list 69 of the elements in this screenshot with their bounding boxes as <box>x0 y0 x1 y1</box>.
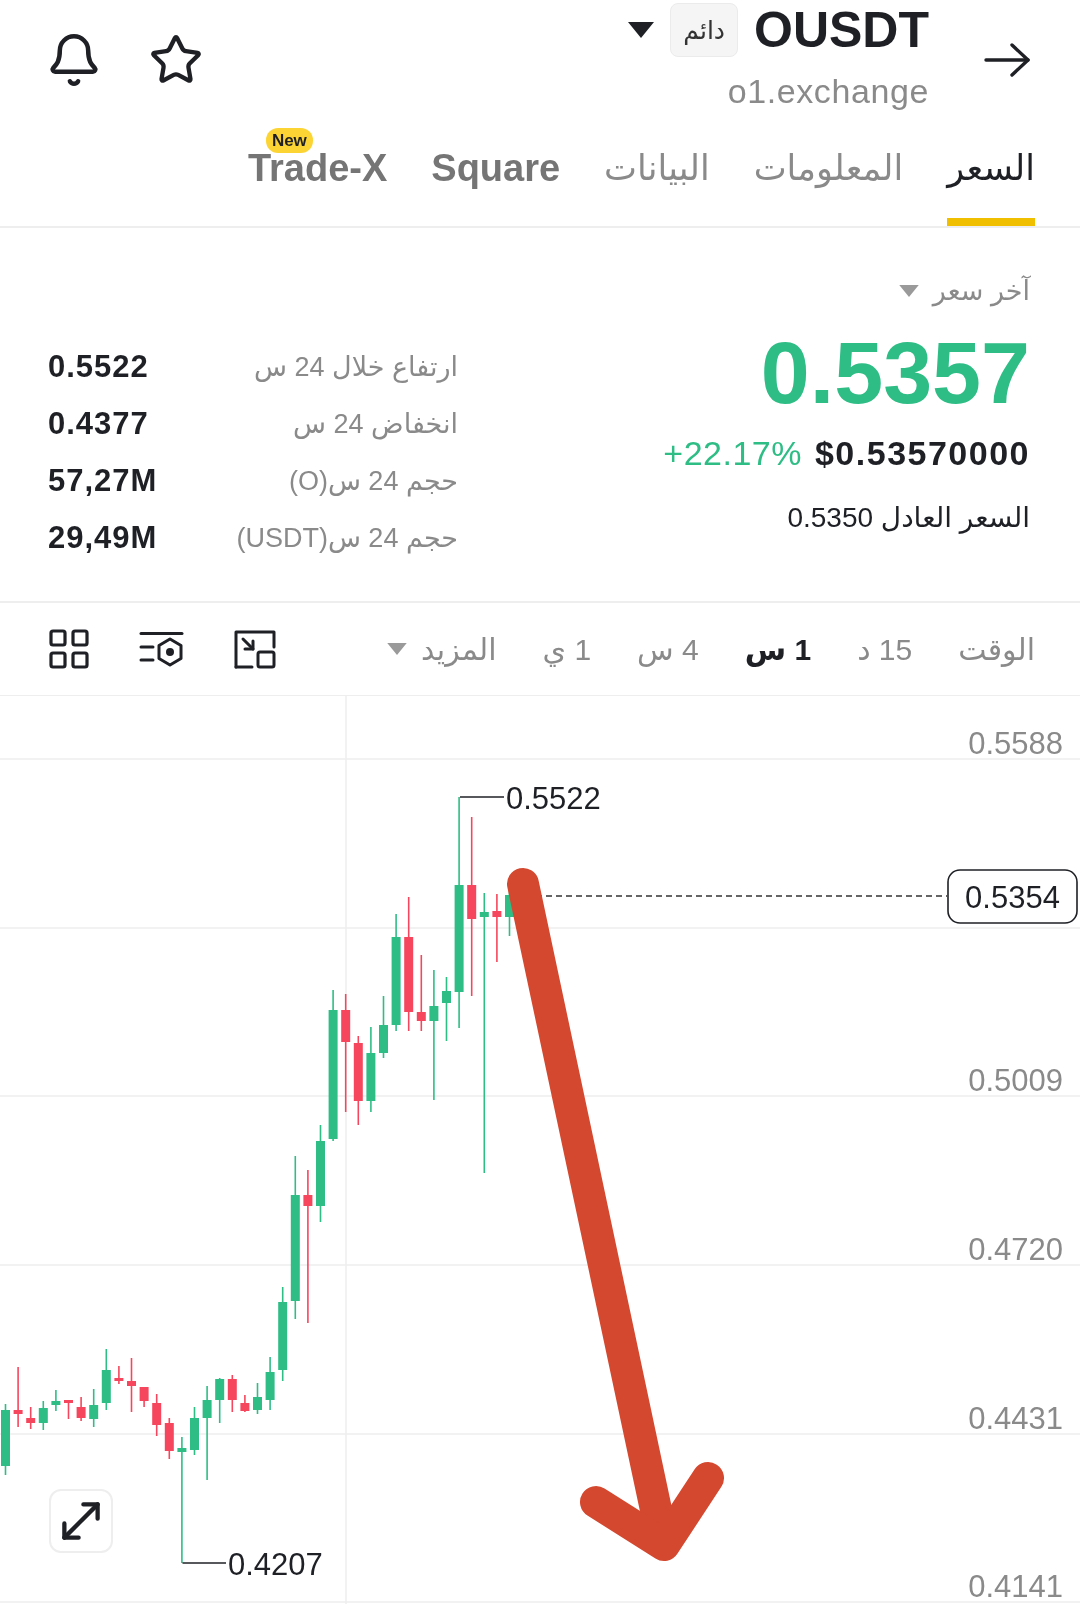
rising-candle <box>51 1389 61 1412</box>
usd-price: $0.53570000 <box>814 433 1030 473</box>
axis-label: 0.4141 <box>968 1569 1063 1604</box>
axis-label: 0.4720 <box>968 1232 1063 1267</box>
more-dropdown[interactable]: المزيد <box>387 631 497 667</box>
rising-candle <box>215 1377 225 1424</box>
grid-icon[interactable] <box>49 629 89 669</box>
axis-label: 0.4431 <box>968 1401 1063 1436</box>
falling-candle <box>492 893 502 963</box>
price-change: +22.17% <box>663 433 802 473</box>
time-label: الوقت <box>958 631 1035 667</box>
rising-candle <box>265 1356 275 1411</box>
caret-icon <box>387 643 408 655</box>
expand-button[interactable] <box>49 1489 113 1553</box>
stat-value: 29,49M <box>48 519 159 556</box>
falling-candle <box>152 1393 162 1437</box>
falling-candle <box>139 1386 149 1408</box>
axis-label: 0.5588 <box>968 726 1063 761</box>
tab[interactable]: البيانات <box>604 128 710 226</box>
low-price-label: 0.4207 <box>228 1547 323 1582</box>
rising-candle <box>89 1388 99 1428</box>
last-price-tag: 0.5354 <box>947 869 1078 924</box>
stat-label: حجم 24 س(USDT) <box>235 521 458 554</box>
bell-icon[interactable] <box>48 34 100 86</box>
rising-candle <box>379 995 388 1059</box>
rising-candle <box>38 1400 48 1431</box>
stat-value: 0.5522 <box>48 348 150 385</box>
falling-candle <box>13 1366 23 1428</box>
rising-candle <box>101 1348 111 1411</box>
caret-icon[interactable] <box>628 22 655 38</box>
rising-candle <box>442 976 451 1042</box>
stat-value: 0.4377 <box>48 405 150 442</box>
interval-tab[interactable]: 4 س <box>637 631 699 667</box>
new-badge: New <box>265 128 313 153</box>
falling-candle <box>76 1396 86 1422</box>
high-price-label: 0.5522 <box>506 780 601 816</box>
falling-candle <box>227 1374 237 1413</box>
market-type-badge: دائم <box>670 3 738 57</box>
axis-label: 0.5009 <box>968 1063 1063 1098</box>
stat-label: ارتفاع خلال 24 س <box>253 350 458 383</box>
falling-candle <box>26 1406 36 1430</box>
falling-candle <box>64 1399 73 1420</box>
tab[interactable]: السعر <box>947 128 1035 226</box>
indicator-icon[interactable] <box>139 631 184 667</box>
tab[interactable]: Trade-X New <box>247 128 388 226</box>
fair-price: السعر العادل 0.5350 <box>787 501 1030 536</box>
falling-candle <box>240 1394 250 1413</box>
falling-candle <box>127 1357 136 1413</box>
rising-candle <box>253 1382 262 1415</box>
price-type-label: آخر سعر <box>932 275 1030 307</box>
resize-icon[interactable] <box>234 629 276 669</box>
pair-title: OUSDT <box>754 3 929 57</box>
interval-tab[interactable]: 15 د <box>857 631 913 667</box>
falling-candle <box>114 1365 124 1385</box>
rising-candle <box>190 1406 199 1456</box>
exchange-subtitle: o1.exchange <box>727 71 929 111</box>
stat-value: 57,27M <box>48 462 159 499</box>
diagonal-arrows-icon <box>62 1502 100 1540</box>
interval-tab[interactable]: 1 س <box>744 631 812 667</box>
leader-line <box>181 1562 227 1564</box>
leader-line <box>459 796 505 798</box>
falling-candle <box>164 1417 174 1460</box>
star-icon[interactable] <box>150 35 202 85</box>
stat-label: حجم 24 س(O) <box>287 464 458 497</box>
tab[interactable]: المعلومات <box>753 128 904 226</box>
tab[interactable]: Square <box>431 128 561 226</box>
stat-label: انخفاض 24 س <box>292 407 458 440</box>
last-price: 0.5357 <box>760 329 1030 417</box>
interval-tab[interactable]: 1 ي <box>542 631 592 667</box>
